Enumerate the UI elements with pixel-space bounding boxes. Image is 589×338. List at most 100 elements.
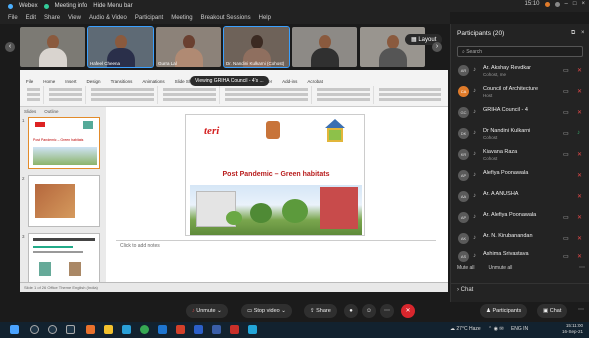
teri-logo-icon [35, 122, 45, 127]
menu-audio-video[interactable]: Audio & Video [89, 15, 127, 21]
file-explorer-icon[interactable] [104, 325, 113, 334]
minimize-button[interactable]: – [565, 1, 568, 7]
unmute-button[interactable]: ♪ Unmute ⌄ [186, 304, 228, 318]
popout-icon[interactable]: ⧉ [571, 30, 575, 37]
ppt-tab[interactable]: Transitions [111, 79, 133, 84]
participant-row[interactable]: AP ♪ Alefiya Poonawala ✕ [455, 167, 587, 187]
griha-logo-icon [322, 119, 348, 145]
video-tile[interactable] [360, 27, 425, 67]
app-icon[interactable] [122, 325, 131, 334]
ppt-tab[interactable]: Acrobat [307, 79, 323, 84]
cortana-icon[interactable] [48, 325, 57, 334]
mic-icon: ♪ [473, 193, 476, 199]
ppt-tab[interactable]: Add-ins [282, 79, 297, 84]
chat-section[interactable]: › Chat [451, 283, 589, 297]
participant-row[interactable]: AP ♪ Ar. Alefiya Poonawala ▭ ✕ [455, 209, 587, 229]
slide-thumbnail[interactable]: 1 Post Pandemic – Green habitats [22, 117, 100, 169]
video-tile[interactable] [20, 27, 85, 67]
share-button[interactable]: ⇪ Share [304, 304, 337, 318]
menu-share[interactable]: Share [44, 15, 60, 21]
video-tile[interactable] [292, 27, 357, 67]
reactions-icon[interactable]: ☺ [362, 304, 376, 318]
participant-row[interactable]: AR ♪ Ar. Akshay Revdkar Cohost, me ▭ ✕ [455, 62, 587, 82]
slide-thumbnail[interactable]: 3 [22, 233, 100, 285]
video-strip: Hafeel Cheena Gurra Lal Dr. Nandini Kulk… [20, 26, 425, 68]
mic-icon: ♪ [473, 109, 476, 115]
menu-file[interactable]: File [8, 15, 18, 21]
video-tile[interactable]: Hafeel Cheena [87, 26, 154, 68]
ppt-status-bar: Slide 1 of 26 Office Theme English (Indi… [20, 282, 448, 292]
participant-row[interactable]: AS ♪ Ashima Srivastava ▭ ✕ [455, 248, 587, 264]
video-tile[interactable]: Gurra Lal [156, 27, 221, 67]
prev-video-arrow-icon[interactable]: ‹ [5, 42, 15, 52]
video-icon: ▭ [563, 215, 569, 221]
ppt-tab[interactable]: Animations [142, 79, 164, 84]
current-slide[interactable]: teri Post Pandemic – Green habitats [185, 114, 365, 236]
leave-meeting-button[interactable]: ✕ [401, 304, 415, 318]
participant-row[interactable]: GC ♪ GRIHA Council - 4 ▭ ✕ [455, 104, 587, 124]
title-right: 15:10 – □ × [525, 1, 586, 7]
app-icon[interactable] [86, 325, 95, 334]
ppt-tab[interactable]: Insert [65, 79, 76, 84]
video-icon: ▭ [563, 254, 569, 260]
ppt-tab[interactable]: Design [87, 79, 101, 84]
menu-participant[interactable]: Participant [135, 15, 163, 21]
participants-toggle-button[interactable]: ♟ Participants [480, 304, 528, 318]
menu-meeting[interactable]: Meeting [171, 15, 192, 21]
menu-edit[interactable]: Edit [26, 15, 36, 21]
app-icon[interactable] [194, 325, 203, 334]
start-icon[interactable] [10, 325, 19, 334]
ribbon-group [24, 86, 44, 104]
search-icon[interactable] [30, 325, 39, 334]
unmute-all-button[interactable]: Unmute all [489, 265, 513, 271]
avatar[interactable] [554, 1, 560, 7]
participant-row[interactable]: AA ♪ Ar. A ANUSHA ✕ [455, 188, 587, 208]
maximize-button[interactable]: □ [573, 1, 577, 7]
participant-row[interactable]: CA ♪ Council of Architecture Host ▭ ✕ [455, 83, 587, 103]
close-panel-icon[interactable]: × [581, 30, 585, 36]
close-button[interactable]: × [581, 1, 585, 7]
app-icon[interactable] [212, 325, 221, 334]
muted-icon: ✕ [577, 173, 583, 179]
weather-text[interactable]: 27°C Haze [456, 326, 480, 332]
next-video-arrow-icon[interactable]: › [432, 42, 442, 52]
tray-icons[interactable]: ⌃ ◉ ✉ [488, 326, 504, 332]
stop-video-button[interactable]: ▭ Stop video ⌄ [241, 304, 292, 318]
chrome-icon[interactable] [140, 325, 149, 334]
task-view-icon[interactable] [66, 325, 75, 334]
participant-row[interactable]: DK ♪ Dr Nandini Kulkarni Cohost ▭ ♪ [455, 125, 587, 145]
participant-search-input[interactable]: ⌕ Search [457, 46, 583, 57]
chat-toggle-button[interactable]: ▣ Chat [537, 304, 568, 318]
webex-logo-icon [8, 3, 13, 9]
system-clock[interactable]: 15:11:00 16-Sep-21 [562, 323, 583, 335]
participant-row[interactable]: AK ♪ Ar. N. Kirubanandan ▭ ✕ [455, 230, 587, 250]
hide-menu-button[interactable]: Hide Menu bar [93, 3, 132, 9]
slide-thumbnail[interactable]: 2 [22, 175, 100, 227]
participant-row[interactable]: KR ♪ Kiavana Raza Cohost ▭ ✕ [455, 146, 587, 166]
acrobat-icon[interactable] [230, 325, 239, 334]
mic-icon: ♪ [473, 88, 476, 94]
language-indicator[interactable]: ENG IN [511, 326, 528, 332]
tab-outline[interactable]: Outline [44, 109, 58, 114]
ppt-tab[interactable]: Home [43, 79, 55, 84]
more-options-icon[interactable]: ⋯ [579, 264, 585, 271]
record-icon[interactable]: ● [344, 304, 358, 318]
video-tile[interactable]: Dr. Nandini Kulkarni (Cohost) [223, 26, 290, 68]
video-icon: ▭ [563, 152, 569, 158]
notes-pane[interactable]: Click to add notes [116, 240, 436, 282]
app-icon[interactable] [158, 325, 167, 334]
powerpoint-icon[interactable] [176, 325, 185, 334]
more-options-icon[interactable]: ⋯ [578, 306, 584, 313]
menu-view[interactable]: View [68, 15, 81, 21]
menu-breakout[interactable]: Breakout Sessions [201, 15, 251, 21]
meeting-info-link[interactable]: Meeting info [55, 3, 88, 9]
muted-icon: ✕ [577, 152, 583, 158]
ppt-tab[interactable]: File [26, 79, 33, 84]
tab-slides[interactable]: Slides [24, 109, 36, 114]
menu-help[interactable]: Help [259, 15, 271, 21]
more-icon[interactable]: ⋯ [380, 304, 394, 318]
webex-icon[interactable] [248, 325, 257, 334]
participants-footer: Mute all Unmute all [457, 265, 512, 271]
recording-icon[interactable] [544, 1, 550, 7]
mute-all-button[interactable]: Mute all [457, 265, 475, 271]
